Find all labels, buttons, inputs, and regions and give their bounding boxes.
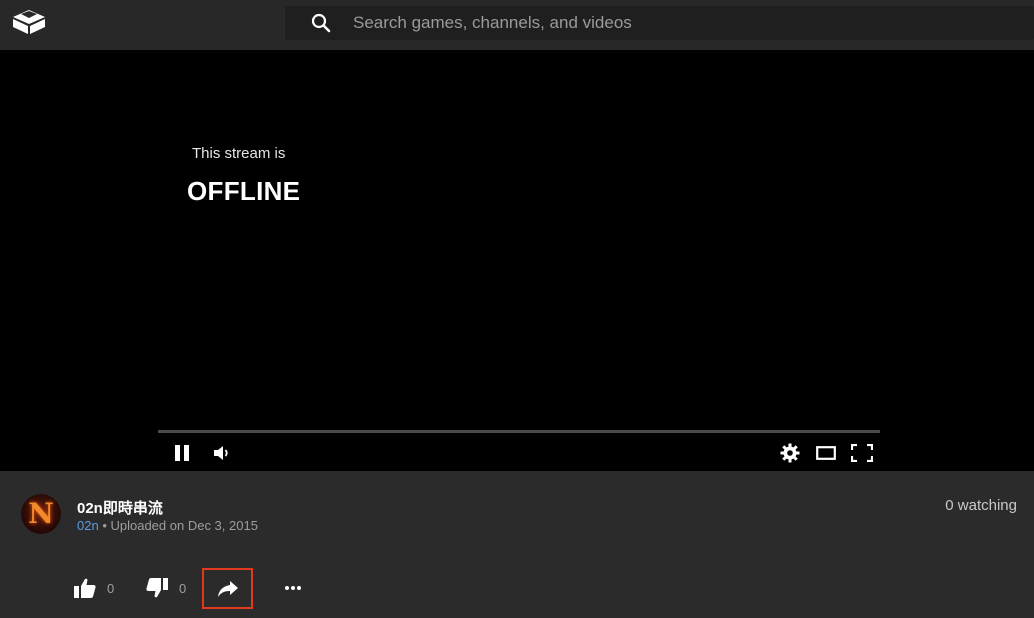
viewer-count: 0 watching xyxy=(945,497,1017,514)
search-input[interactable] xyxy=(353,6,1013,40)
video-player[interactable]: This stream is OFFLINE xyxy=(0,50,1034,471)
avatar-letter: N xyxy=(28,497,54,530)
more-dots-icon xyxy=(285,586,301,590)
share-button[interactable] xyxy=(202,568,253,609)
stream-info-panel: N 02n即時串流 02n • Uploaded on Dec 3, 2015 … xyxy=(0,471,1034,618)
stream-meta: 02n • Uploaded on Dec 3, 2015 xyxy=(77,518,258,533)
top-bar xyxy=(0,0,1034,50)
thumbs-down-icon xyxy=(146,578,168,598)
more-options-button[interactable] xyxy=(282,575,304,601)
offline-prefix-text: This stream is xyxy=(192,145,286,162)
pause-button[interactable] xyxy=(170,442,194,464)
thumbs-up-icon xyxy=(74,578,96,598)
channel-link[interactable]: 02n xyxy=(77,518,99,533)
share-icon xyxy=(217,580,238,597)
offline-status-text: OFFLINE xyxy=(187,176,301,206)
theater-mode-icon xyxy=(816,446,836,460)
theater-mode-button[interactable] xyxy=(814,442,838,464)
like-button[interactable]: 0 xyxy=(73,575,114,601)
settings-button[interactable] xyxy=(778,441,802,465)
avatar[interactable]: N xyxy=(21,494,61,534)
search-icon[interactable] xyxy=(311,13,331,33)
pause-icon xyxy=(175,445,189,461)
like-count: 0 xyxy=(107,580,115,596)
fullscreen-icon xyxy=(851,444,873,462)
progress-bar[interactable] xyxy=(158,430,880,433)
meta-separator: • xyxy=(98,518,111,533)
volume-icon xyxy=(214,446,228,460)
fullscreen-button[interactable] xyxy=(850,442,874,464)
search-box xyxy=(285,6,1034,40)
dislike-button[interactable]: 0 xyxy=(145,575,186,601)
gear-icon xyxy=(780,443,800,463)
upload-date: Uploaded on Dec 3, 2015 xyxy=(110,518,258,533)
box-logo-icon[interactable] xyxy=(11,9,47,35)
stream-title: 02n即時串流 xyxy=(77,500,163,517)
volume-button[interactable] xyxy=(210,442,234,464)
dislike-count: 0 xyxy=(179,580,187,596)
